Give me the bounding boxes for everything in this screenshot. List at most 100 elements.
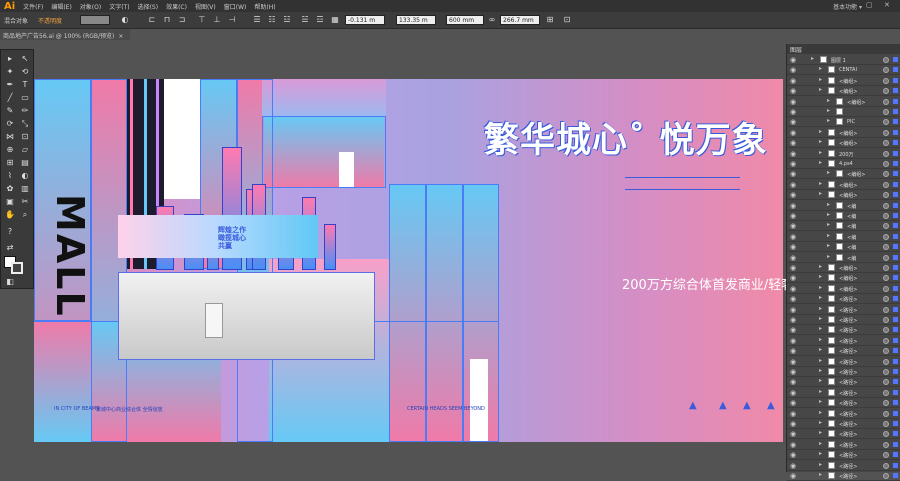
target-circle-icon[interactable]	[883, 317, 889, 323]
type-tool-icon[interactable]: T	[19, 79, 31, 90]
symbol-tool-icon[interactable]: ✿	[4, 183, 16, 194]
stroke-color-swatch[interactable]	[11, 262, 23, 274]
expand-arrow-icon[interactable]: ▸	[819, 450, 822, 457]
target-circle-icon[interactable]	[883, 441, 889, 448]
target-circle-icon[interactable]	[883, 369, 889, 375]
mall-text[interactable]: MALL	[48, 194, 92, 318]
visibility-eye-icon[interactable]: ◉	[790, 410, 796, 418]
target-circle-icon[interactable]	[883, 171, 889, 178]
layer-row[interactable]: ◉ ▸ <编	[787, 242, 900, 253]
layer-row[interactable]: ◉ ▸ <编组>	[787, 138, 900, 149]
target-circle-icon[interactable]	[883, 275, 889, 282]
layer-row[interactable]: ◉ ▸ <编	[787, 232, 900, 242]
expand-arrow-icon[interactable]: ▸	[819, 377, 822, 384]
layer-row[interactable]: ◉ ▸ <编组>	[787, 97, 900, 107]
transform-icon[interactable]: ⊞	[545, 15, 555, 25]
target-circle-icon[interactable]	[883, 140, 889, 147]
expand-arrow-icon[interactable]: ▸	[819, 128, 822, 135]
expand-arrow-icon[interactable]: ▸	[819, 159, 822, 166]
visibility-eye-icon[interactable]: ◉	[790, 337, 796, 345]
target-circle-icon[interactable]	[883, 327, 889, 334]
x-field[interactable]: -0.131 m	[345, 15, 385, 25]
target-circle-icon[interactable]	[883, 431, 889, 438]
layer-row[interactable]: ◉ ▸ <编组>	[787, 190, 900, 201]
expand-arrow-icon[interactable]: ▸	[811, 55, 814, 62]
layer-row[interactable]: ◉ ▸ <编	[787, 221, 900, 232]
expand-arrow-icon[interactable]: ▸	[827, 107, 830, 114]
document-tab[interactable]: 商品地产广告56.ai @ 100% (RGB/预览) ×	[0, 29, 130, 40]
selection-indicator[interactable]	[893, 88, 898, 94]
layer-row[interactable]: ◉ ▸ <路径>	[787, 357, 900, 367]
layer-row[interactable]: ◉ ▸ <路径>	[787, 377, 900, 388]
expand-arrow-icon[interactable]: ▸	[827, 242, 830, 249]
menu-select[interactable]: 选择(S)	[134, 2, 163, 11]
selection-indicator[interactable]	[893, 265, 898, 270]
display-stage[interactable]	[118, 272, 375, 360]
selection-indicator[interactable]	[893, 129, 898, 135]
target-circle-icon[interactable]	[883, 389, 889, 396]
rotate-tool-icon[interactable]: ⟳	[4, 118, 16, 129]
building-shape[interactable]	[324, 224, 336, 270]
hand-tool-icon[interactable]: ✋	[4, 209, 16, 220]
target-circle-icon[interactable]	[883, 129, 889, 136]
selection-indicator[interactable]	[893, 473, 898, 478]
align-right-icon[interactable]: ⊐	[177, 15, 187, 25]
layer-row[interactable]: ◉ ▸ <路径>	[787, 440, 900, 450]
layer-row[interactable]: ◉ ▸ <编组>	[787, 128, 900, 138]
target-circle-icon[interactable]	[883, 379, 889, 386]
selection-tool-icon[interactable]: ▸	[4, 53, 16, 64]
maximize-button[interactable]: ▢	[866, 1, 873, 9]
expand-arrow-icon[interactable]: ▸	[819, 429, 822, 436]
layer-row[interactable]: ◉ ▸ <路径>	[787, 471, 900, 481]
selection-indicator[interactable]	[893, 431, 898, 437]
selection-indicator[interactable]	[893, 254, 898, 260]
scale-tool-icon[interactable]: ⤡	[19, 118, 31, 129]
selection-indicator[interactable]	[893, 181, 898, 187]
expand-arrow-icon[interactable]: ▸	[819, 273, 822, 280]
visibility-eye-icon[interactable]: ◉	[790, 399, 796, 407]
layer-row[interactable]: ◉ ▸ PIC	[787, 117, 900, 128]
free-transform-tool-icon[interactable]: ⊡	[19, 131, 31, 142]
expand-arrow-icon[interactable]: ▸	[827, 201, 830, 208]
target-circle-icon[interactable]	[883, 462, 889, 469]
visibility-eye-icon[interactable]: ◉	[790, 368, 796, 376]
selection-indicator[interactable]	[893, 410, 898, 416]
selection-indicator[interactable]	[893, 161, 898, 166]
close-window-button[interactable]: ✕	[884, 1, 890, 9]
box-text[interactable]: 辉煌之作 瞰揽城心 共赢	[218, 226, 246, 250]
visibility-eye-icon[interactable]: ◉	[790, 378, 796, 386]
target-circle-icon[interactable]	[883, 400, 889, 407]
target-circle-icon[interactable]	[883, 358, 889, 365]
menu-view[interactable]: 视图(V)	[191, 2, 220, 11]
direct-selection-tool-icon[interactable]: ↖	[19, 53, 31, 64]
visibility-eye-icon[interactable]: ◉	[790, 170, 796, 178]
visibility-eye-icon[interactable]: ◉	[790, 358, 796, 366]
selection-indicator[interactable]	[893, 369, 898, 374]
expand-arrow-icon[interactable]: ▸	[819, 388, 822, 395]
expand-arrow-icon[interactable]: ▸	[827, 253, 830, 260]
stage-box-object[interactable]	[205, 303, 223, 338]
menu-help[interactable]: 帮助(H)	[250, 2, 279, 11]
expand-arrow-icon[interactable]: ▸	[827, 221, 830, 228]
menu-type[interactable]: 文字(T)	[105, 2, 133, 11]
lasso-tool-icon[interactable]: ⟲	[19, 66, 31, 77]
sublabel-text[interactable]: 200万方综合体首发商业/轻奢	[622, 274, 794, 293]
selection-indicator[interactable]	[893, 119, 898, 125]
expand-arrow-icon[interactable]: ▸	[819, 357, 822, 364]
align-bottom-icon[interactable]: ⊣	[227, 15, 237, 25]
visibility-eye-icon[interactable]: ◉	[790, 191, 796, 199]
target-circle-icon[interactable]	[883, 296, 889, 303]
layer-row[interactable]: ◉ ▸ 图层 1	[787, 55, 900, 65]
layer-row[interactable]: ◉ ▸ <路径>	[787, 388, 900, 398]
selection-indicator[interactable]	[893, 296, 898, 302]
visibility-eye-icon[interactable]: ◉	[790, 347, 796, 355]
layer-row[interactable]: ◉ ▸ <路径>	[787, 461, 900, 471]
selection-indicator[interactable]	[893, 421, 898, 426]
visibility-eye-icon[interactable]: ◉	[790, 129, 796, 137]
selection-indicator[interactable]	[893, 441, 898, 447]
line-tool-icon[interactable]: ╱	[4, 92, 16, 103]
minimize-button[interactable]: —	[850, 1, 857, 9]
expand-arrow-icon[interactable]: ▸	[819, 284, 822, 291]
expand-arrow-icon[interactable]: ▸	[827, 97, 830, 104]
visibility-eye-icon[interactable]: ◉	[790, 77, 796, 85]
